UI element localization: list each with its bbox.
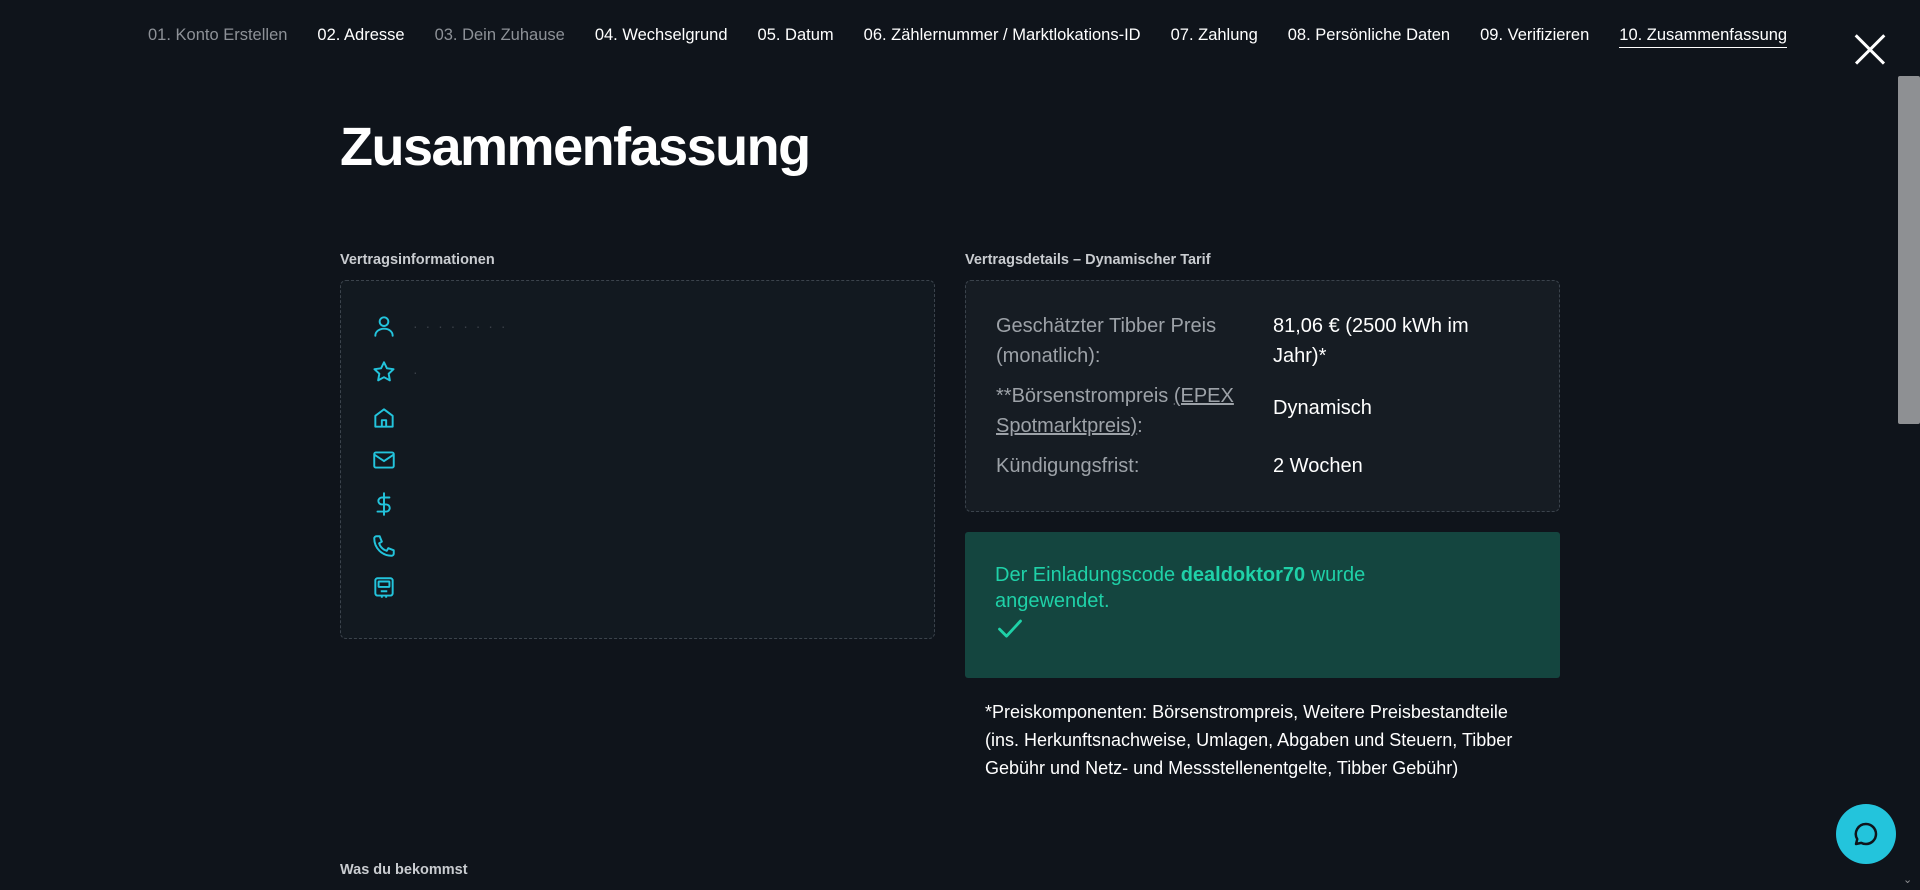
user-icon bbox=[374, 316, 394, 337]
step-dein-zuhause[interactable]: 03. Dein Zuhause bbox=[435, 26, 565, 48]
step-navigation: 01. Konto Erstellen 02. Adresse 03. Dein… bbox=[148, 26, 1788, 48]
step-zusammenfassung[interactable]: 10. Zusammenfassung bbox=[1619, 26, 1788, 48]
info-row-phone bbox=[371, 533, 413, 559]
info-row-meter bbox=[371, 575, 413, 601]
dollar-icon bbox=[376, 492, 391, 516]
scroll-down-icon[interactable]: ⌄ bbox=[1903, 873, 1912, 886]
chat-bubble-icon bbox=[1854, 822, 1878, 846]
info-tariff-text: · bbox=[413, 364, 420, 380]
step-adresse[interactable]: 02. Adresse bbox=[317, 26, 404, 48]
step-datum[interactable]: 05. Datum bbox=[758, 26, 834, 48]
phone-icon bbox=[373, 535, 395, 557]
spot-price-label-text: **Börsenstrompreis bbox=[996, 385, 1174, 407]
step-zahlung[interactable]: 07. Zahlung bbox=[1171, 26, 1258, 48]
invite-code: dealdoktor70 bbox=[1180, 564, 1306, 586]
notice-value: 2 Wochen bbox=[1273, 455, 1363, 477]
invite-code-text: Der Einladungscode dealdoktor70 wurde an… bbox=[995, 562, 1435, 614]
info-row-address bbox=[371, 405, 413, 431]
step-wechselgrund[interactable]: 04. Wechselgrund bbox=[595, 26, 728, 48]
spot-price-label-colon: : bbox=[1137, 415, 1143, 437]
spot-price-label: **Börsenstrompreis (EPEX Spotmarktpreis)… bbox=[996, 381, 1261, 441]
mail-icon bbox=[373, 451, 395, 469]
checkmark-icon bbox=[998, 619, 1022, 638]
meter-icon bbox=[374, 577, 394, 598]
notice-label: Kündigungsfrist: bbox=[996, 455, 1140, 477]
step-zaehlernummer[interactable]: 06. Zählernummer / Marktlokations-ID bbox=[864, 26, 1141, 48]
invite-code-banner: Der Einladungscode dealdoktor70 wurde an… bbox=[965, 532, 1560, 678]
scrollbar-thumb[interactable] bbox=[1898, 76, 1920, 424]
home-icon bbox=[374, 408, 394, 428]
contract-details-heading: Vertragsdetails – Dynamischer Tarif bbox=[965, 252, 1211, 268]
step-persoenliche-daten[interactable]: 08. Persönliche Daten bbox=[1288, 26, 1450, 48]
info-row-name: · · · · · · · · bbox=[371, 313, 508, 339]
invite-prefix: Der Einladungscode bbox=[995, 564, 1181, 586]
close-icon[interactable] bbox=[1852, 32, 1888, 68]
info-row-payment bbox=[371, 491, 413, 517]
price-components-footnote: *Preiskomponenten: Börsenstrompreis, Wei… bbox=[985, 702, 1513, 778]
contract-info-heading: Vertragsinformationen bbox=[340, 252, 495, 268]
price-value: 81,06 € (2500 kWh im Jahr)* bbox=[1273, 315, 1469, 367]
star-icon bbox=[373, 361, 395, 382]
chat-button[interactable] bbox=[1836, 804, 1896, 864]
info-name-text: · · · · · · · · bbox=[413, 318, 508, 334]
step-konto-erstellen[interactable]: 01. Konto Erstellen bbox=[148, 26, 287, 48]
step-verifizieren[interactable]: 09. Verifizieren bbox=[1480, 26, 1589, 48]
spot-price-value: Dynamisch bbox=[1273, 397, 1372, 419]
contract-info-card: · · · · · · · · · bbox=[340, 280, 935, 639]
contract-details-card: Geschätzter Tibber Preis (monatlich): 81… bbox=[965, 280, 1560, 512]
price-label: Geschätzter Tibber Preis (monatlich): bbox=[996, 315, 1217, 367]
info-row-tariff: · bbox=[371, 359, 420, 385]
what-you-get-heading: Was du bekommst bbox=[340, 862, 468, 878]
info-row-email bbox=[371, 447, 413, 473]
scrollbar[interactable]: ⌄ bbox=[1898, 0, 1920, 890]
page-title: Zusammenfassung bbox=[340, 117, 811, 177]
